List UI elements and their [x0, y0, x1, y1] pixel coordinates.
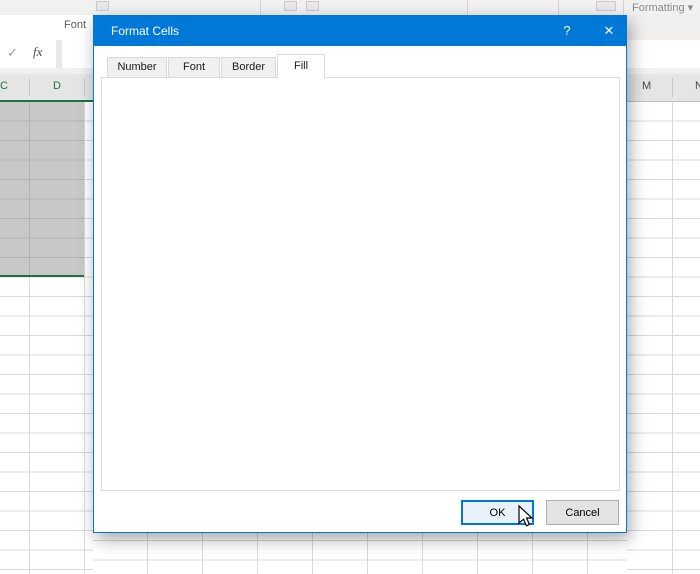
- conditional-formatting-button[interactable]: Formatting ▾: [632, 1, 693, 14]
- worksheet-cells[interactable]: [93, 533, 627, 574]
- ribbon-separator: [467, 0, 468, 15]
- mouse-cursor: [515, 504, 537, 528]
- column-header-c[interactable]: C: [0, 80, 8, 92]
- column-divider[interactable]: [84, 78, 85, 96]
- formula-bar-divider: [56, 40, 62, 68]
- tab-border[interactable]: Border: [221, 57, 276, 78]
- formula-bar[interactable]: ✓ fx: [0, 40, 93, 68]
- tab-font[interactable]: Font: [168, 57, 220, 78]
- formatting-label: Formatting: [632, 2, 685, 14]
- ribbon-icon-fragment: [596, 1, 616, 11]
- column-header-n[interactable]: N: [695, 80, 700, 92]
- ribbon-separator: [623, 0, 624, 15]
- ribbon-icon-fragment: [306, 1, 319, 11]
- font-group-label: Font: [64, 19, 86, 31]
- cancel-button[interactable]: Cancel: [546, 500, 619, 525]
- column-headers-right[interactable]: M N: [627, 74, 700, 102]
- worksheet-cells[interactable]: [627, 102, 700, 574]
- column-headers-left[interactable]: C D: [0, 74, 93, 102]
- column-header-d[interactable]: D: [53, 80, 61, 92]
- fill-tab-page: [101, 77, 620, 491]
- gridline: [29, 102, 30, 275]
- chevron-down-icon: ▾: [688, 2, 694, 14]
- insert-function-icon[interactable]: fx: [33, 44, 42, 60]
- column-divider[interactable]: [672, 78, 673, 97]
- ribbon-strip: Formatting ▾: [0, 0, 700, 15]
- format-cells-dialog: Format Cells ? ✕ Number Font Border Fill…: [93, 15, 627, 533]
- formula-bar-input[interactable]: [627, 40, 700, 68]
- ribbon-font-group: Font: [0, 15, 93, 40]
- dialog-title: Format Cells: [111, 24, 179, 38]
- dialog-titlebar[interactable]: Format Cells ? ✕: [94, 16, 626, 46]
- ribbon-separator: [260, 0, 261, 15]
- help-icon[interactable]: ?: [550, 16, 584, 46]
- column-header-m[interactable]: M: [642, 80, 651, 92]
- close-icon[interactable]: ✕: [592, 16, 626, 46]
- screen: Formatting ▾ Font ✓ fx C D M N Format Ce…: [0, 0, 700, 574]
- selected-cell-range[interactable]: [0, 102, 84, 277]
- accept-icon[interactable]: ✓: [7, 45, 18, 61]
- gridline: [84, 102, 85, 574]
- tab-number[interactable]: Number: [107, 57, 167, 78]
- column-divider[interactable]: [29, 78, 30, 96]
- ribbon-separator: [558, 0, 559, 15]
- ribbon-icon-fragment: [96, 1, 109, 11]
- ribbon-icon-fragment: [284, 1, 297, 11]
- ribbon-area: [627, 15, 700, 40]
- gridline: [672, 102, 673, 574]
- tab-fill[interactable]: Fill: [277, 54, 325, 78]
